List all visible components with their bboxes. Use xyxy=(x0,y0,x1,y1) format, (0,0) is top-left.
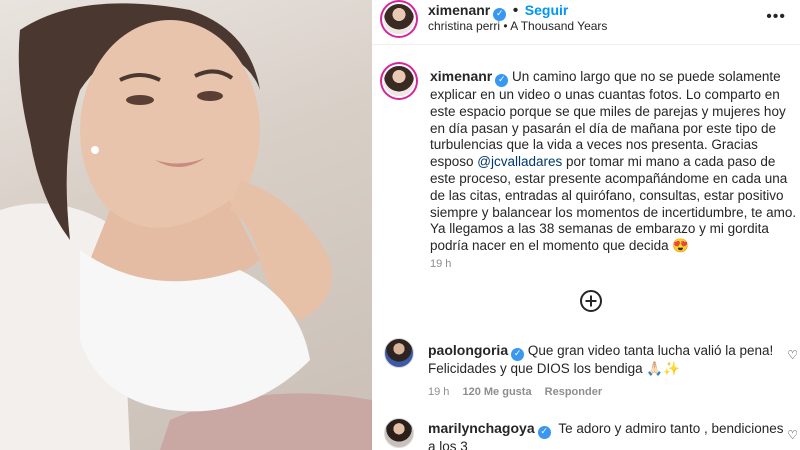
comment-verified-badge-icon: ✓ xyxy=(511,348,525,361)
comment-likes[interactable]: 120 Me gusta xyxy=(462,386,531,398)
like-heart-icon[interactable]: ♡ xyxy=(787,348,798,362)
comment-username[interactable]: marilynchagoya xyxy=(428,420,535,436)
post-side-panel: ximenanr ✓ • Seguir christina perri • A T… xyxy=(372,0,800,450)
audio-label[interactable]: christina perri • A Thousand Years xyxy=(428,19,607,33)
comment-verified-badge-icon: ✓ xyxy=(537,426,551,439)
comment-time[interactable]: 19 h xyxy=(428,386,449,398)
post-photo-illustration xyxy=(0,3,372,450)
more-options-icon[interactable]: ••• xyxy=(766,8,786,26)
author-username[interactable]: ximenanr xyxy=(428,2,490,18)
caption-username[interactable]: ximenanr xyxy=(430,68,492,84)
comment-username[interactable]: paolongoria xyxy=(428,342,508,358)
comment-avatar[interactable] xyxy=(384,338,414,368)
separator-dot: • xyxy=(512,2,519,19)
follow-button[interactable]: Seguir xyxy=(525,2,569,18)
header-divider xyxy=(372,44,800,45)
reply-button[interactable]: Responder xyxy=(545,386,602,398)
comment-avatar[interactable] xyxy=(384,418,414,448)
comment-item: marilynchagoya ✓ Te adoro y admiro tanto … xyxy=(428,420,788,450)
post-photo[interactable] xyxy=(0,0,372,450)
plus-circle-icon[interactable] xyxy=(580,290,602,312)
comment-meta: 19 h 120 Me gusta Responder xyxy=(428,386,612,398)
caption-time[interactable]: 19 h xyxy=(430,258,451,270)
mention-link[interactable]: @jcvalladares xyxy=(477,154,562,169)
author-avatar[interactable] xyxy=(384,4,414,34)
post-caption: ximenanr ✓ Un camino largo que no se pued… xyxy=(430,68,798,255)
caption-avatar[interactable] xyxy=(384,66,414,96)
caption-verified-badge-icon: ✓ xyxy=(495,74,509,87)
comment-item: paolongoria ✓ Que gran video tanta lucha … xyxy=(428,342,788,378)
like-heart-icon[interactable]: ♡ xyxy=(787,428,798,442)
